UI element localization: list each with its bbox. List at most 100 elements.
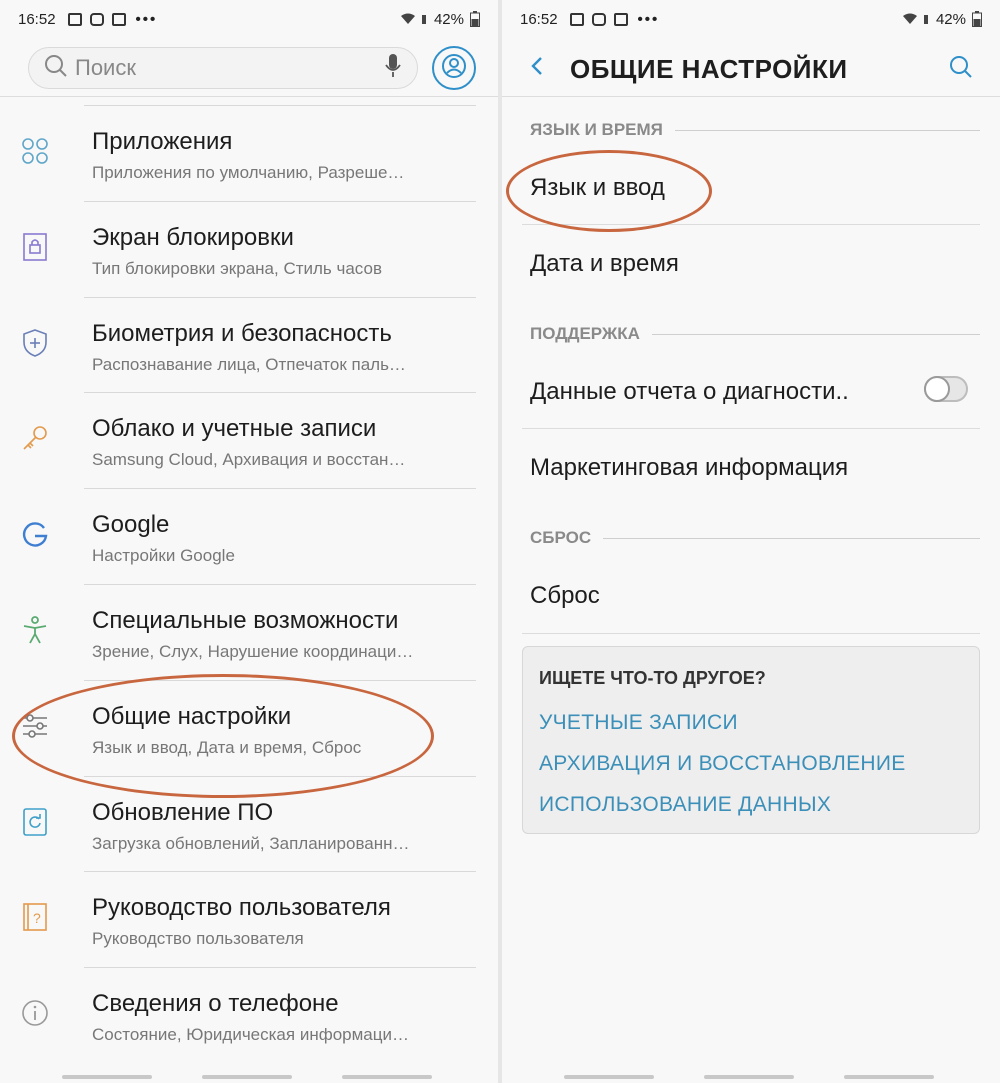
toggle-knob (924, 376, 950, 402)
menu-item-subtitle: Загрузка обновлений, Запланированн… (92, 833, 410, 853)
account-button[interactable] (432, 46, 476, 90)
battery-icon (470, 11, 480, 27)
key-icon (20, 423, 50, 453)
menu-item-title: Облако и учетные записи (92, 415, 377, 443)
apps-icon (20, 136, 50, 166)
accounts-link[interactable]: УЧЕТНЫЕ ЗАПИСИ (539, 711, 738, 735)
card-heading: ИЩЕТЕ ЧТО-ТО ДРУГОЕ? (539, 668, 766, 688)
search-placeholder: Поиск (75, 55, 136, 80)
header-divider (502, 96, 1000, 97)
search-bar[interactable]: Поиск (28, 47, 418, 89)
menu-item-title: Google (92, 511, 170, 539)
message-notification-icon (591, 12, 606, 26)
signal-icon (421, 11, 428, 28)
list-divider (522, 633, 980, 634)
menu-item-subtitle: Зрение, Слух, Нарушение координаци… (92, 641, 414, 661)
menu-item-subtitle: Samsung Cloud, Архивация и восстан… (92, 450, 406, 470)
more-notifications-icon: ••• (135, 10, 158, 28)
date-time-item[interactable]: Дата и время (530, 250, 679, 278)
marketing-item[interactable]: Маркетинговая информация (530, 454, 848, 482)
accessibility-icon (20, 615, 50, 645)
gallery-notification-icon (569, 12, 584, 26)
signal-icon (923, 11, 930, 28)
menu-item-title: Биометрия и безопасность (92, 319, 392, 347)
more-notifications-icon: ••• (637, 10, 660, 28)
settings-menu: Приложения Приложения по умолчанию, Разр… (0, 105, 498, 1063)
general-management-screen: 16:52 ••• 42% ОБЩИЕ НАСТРОЙКИ ЯЗЫК И ВРЕ… (502, 0, 1000, 1083)
app-bar: ОБЩИЕ НАСТРОЙКИ (502, 40, 1000, 96)
nav-bar-handle (202, 1075, 292, 1079)
navigation-bar (502, 1069, 1000, 1083)
nav-bar-handle (844, 1075, 934, 1079)
menu-item-title: Специальные возможности (92, 606, 399, 634)
nav-bar-handle (342, 1075, 432, 1079)
search-icon[interactable] (948, 54, 974, 85)
lock-icon (20, 232, 50, 262)
status-bar: 16:52 ••• 42% (502, 0, 1000, 38)
section-header-support: ПОДДЕРЖКА (530, 324, 980, 344)
status-time: 16:52 (520, 10, 558, 28)
reset-item[interactable]: Сброс (530, 582, 600, 610)
data-usage-link[interactable]: ИСПОЛЬЗОВАНИЕ ДАННЫХ (539, 793, 831, 817)
language-input-item[interactable]: Язык и ввод (530, 174, 665, 202)
wifi-icon (902, 13, 918, 25)
menu-item-software-update[interactable]: Обновление ПО Загрузка обновлений, Запла… (23, 775, 476, 872)
header-divider (0, 96, 498, 97)
menu-item-subtitle: Настройки Google (92, 546, 235, 566)
back-arrow-icon[interactable] (526, 54, 550, 78)
diagnostics-toggle[interactable] (924, 376, 968, 402)
update-icon (20, 807, 50, 837)
status-bar: 16:52 ••• 42% (0, 0, 498, 38)
microphone-icon[interactable] (385, 53, 401, 84)
menu-item-google[interactable]: Google Настройки Google (22, 488, 476, 584)
google-icon (20, 519, 50, 549)
info-icon (20, 998, 50, 1028)
menu-item-subtitle: Язык и ввод, Дата и время, Сброс (92, 737, 362, 757)
section-header-language-time: ЯЗЫК И ВРЕМЯ (530, 120, 980, 140)
menu-item-title: Руководство пользователя (92, 894, 391, 922)
list-divider (522, 428, 980, 429)
battery-level: 42% (935, 10, 966, 28)
wifi-icon (400, 13, 416, 25)
backup-restore-link[interactable]: АРХИВАЦИЯ И ВОССТАНОВЛЕНИЕ (539, 752, 906, 776)
menu-item-title: Экран блокировки (92, 223, 294, 251)
search-icon (43, 53, 69, 84)
menu-item-subtitle: Руководство пользователя (92, 929, 304, 949)
section-header-reset: СБРОС (530, 528, 980, 548)
page-title: ОБЩИЕ НАСТРОЙКИ (570, 54, 848, 84)
nav-bar-handle (62, 1075, 152, 1079)
message-notification-icon (89, 12, 104, 26)
menu-item-apps[interactable]: Приложения Приложения по умолчанию, Разр… (22, 105, 476, 201)
help-book-icon: ? (20, 902, 50, 932)
section-label: СБРОС (530, 528, 592, 547)
menu-item-about-phone[interactable]: Сведения о телефоне Состояние, Юридическ… (22, 967, 476, 1063)
calendar-notification-icon (613, 12, 628, 26)
menu-item-title: Приложения (92, 128, 233, 155)
battery-icon (972, 11, 982, 27)
gallery-notification-icon (67, 12, 82, 26)
list-divider (522, 224, 980, 225)
menu-item-general-management[interactable]: Общие настройки Язык и ввод, Дата и врем… (23, 679, 476, 776)
menu-item-cloud-accounts[interactable]: Облако и учетные записи Samsung Cloud, А… (23, 392, 476, 488)
menu-item-title: Общие настройки (92, 702, 292, 730)
menu-item-subtitle: Приложения по умолчанию, Разреше… (92, 163, 405, 182)
sliders-icon (20, 711, 50, 741)
nav-bar-handle (564, 1075, 654, 1079)
navigation-bar (0, 1069, 498, 1083)
menu-item-title: Сведения о телефоне (92, 990, 339, 1018)
menu-item-title: Обновление ПО (92, 798, 274, 826)
section-label: ПОДДЕРЖКА (530, 324, 640, 343)
menu-item-subtitle: Распознавание лица, Отпечаток паль… (92, 354, 406, 374)
menu-item-subtitle: Состояние, Юридическая информаци… (92, 1025, 409, 1045)
svg-text:?: ? (33, 910, 41, 926)
looking-for-something-else-card: ИЩЕТЕ ЧТО-ТО ДРУГОЕ? УЧЕТНЫЕ ЗАПИСИ АРХИ… (522, 646, 980, 834)
menu-item-accessibility[interactable]: Специальные возможности Зрение, Слух, На… (23, 583, 476, 680)
menu-item-lock-screen[interactable]: Экран блокировки Тип блокировки экрана, … (23, 200, 476, 297)
section-label: ЯЗЫК И ВРЕМЯ (530, 120, 663, 139)
menu-item-biometrics[interactable]: Биометрия и безопасность Распознавание л… (23, 296, 476, 393)
battery-level: 42% (433, 10, 464, 28)
settings-main-screen: 16:52 ••• 42% Поиск Приложения Приложени… (0, 0, 498, 1083)
diagnostics-item[interactable]: Данные отчета о диагности.. (530, 378, 849, 406)
menu-item-user-manual[interactable]: ? Руководство пользователя Руководство п… (23, 871, 476, 967)
shield-icon (20, 328, 50, 358)
